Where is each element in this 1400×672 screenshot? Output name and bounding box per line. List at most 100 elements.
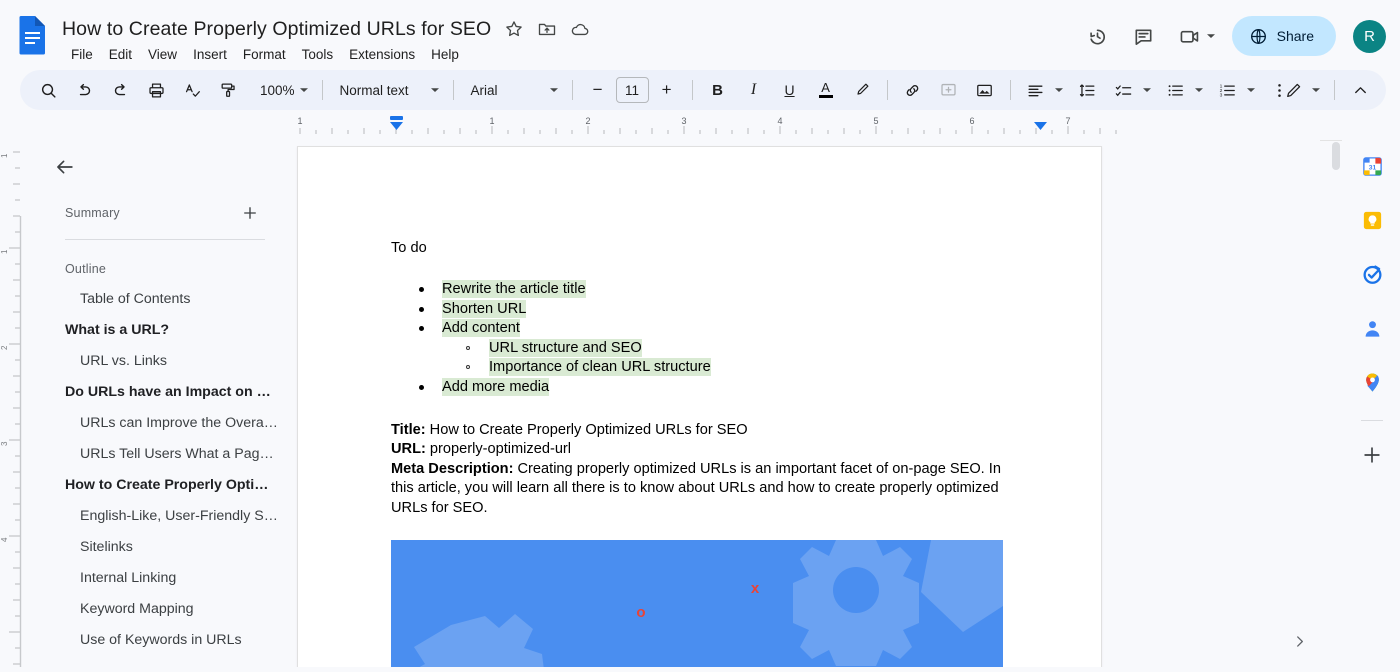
chevron-right-icon[interactable] <box>1291 633 1308 655</box>
google-calendar-icon[interactable]: 31 <box>1354 148 1390 184</box>
meta-desc-label: Meta Description: <box>391 461 513 477</box>
search-icon[interactable] <box>33 75 63 105</box>
increase-font-size-button[interactable]: + <box>652 75 682 105</box>
menu-format[interactable]: Format <box>235 45 294 64</box>
arrow-back-icon[interactable] <box>48 150 82 184</box>
outline-item-1[interactable]: What is a URL? <box>22 315 286 346</box>
outline-item-8[interactable]: Sitelinks <box>22 532 286 563</box>
undo-icon[interactable] <box>69 75 99 105</box>
align-caret-icon[interactable] <box>1051 75 1067 105</box>
svg-text:1: 1 <box>489 116 494 126</box>
document-page[interactable]: To do Rewrite the article title Shorten … <box>297 146 1102 667</box>
numbered-caret-icon[interactable] <box>1243 75 1259 105</box>
list-item[interactable]: URL structure and SEO <box>489 339 1011 358</box>
add-comment-icon[interactable] <box>934 75 964 105</box>
title-block: How to Create Properly Optimized URLs fo… <box>62 12 590 64</box>
underline-button[interactable]: U <box>775 75 805 105</box>
outline-item-6[interactable]: How to Create Properly Opti… <box>22 470 286 501</box>
main-area: 1 1 2 3 4 Summary Outline Table of Conte… <box>0 136 1400 667</box>
bulleted-caret-icon[interactable] <box>1191 75 1207 105</box>
add-app-plus-icon[interactable] <box>1354 437 1390 473</box>
vertical-scrollbar[interactable] <box>1330 140 1342 667</box>
google-keep-icon[interactable] <box>1354 202 1390 238</box>
insert-link-icon[interactable] <box>898 75 928 105</box>
page-title[interactable]: How to Create Properly Optimized URLs fo… <box>62 18 491 41</box>
cloud-saved-icon[interactable] <box>570 19 590 39</box>
document-canvas[interactable]: To do Rewrite the article title Shorten … <box>286 136 1344 667</box>
bold-button[interactable]: B <box>703 75 733 105</box>
header-actions: Share R <box>1078 16 1386 56</box>
menu-file[interactable]: File <box>63 45 101 64</box>
share-button[interactable]: Share <box>1232 16 1336 56</box>
numbered-list-icon[interactable]: 1 2 3 <box>1213 75 1243 105</box>
version-history-icon[interactable] <box>1078 16 1118 56</box>
outline-item-10[interactable]: Keyword Mapping <box>22 594 286 625</box>
redo-icon[interactable] <box>105 75 135 105</box>
scrollbar-top-line <box>1320 140 1342 141</box>
editing-mode-pencil-icon[interactable] <box>1278 75 1308 105</box>
mark-o: o <box>636 604 645 621</box>
insert-image-icon[interactable] <box>970 75 1000 105</box>
star-icon[interactable] <box>504 19 524 39</box>
side-app-rail: 31 <box>1344 136 1400 667</box>
zoom-control[interactable]: 100% <box>250 75 315 105</box>
editing-mode-caret-icon[interactable] <box>1308 75 1324 105</box>
meta-block[interactable]: Title: How to Create Properly Optimized … <box>391 421 1011 519</box>
outline-item-11[interactable]: Use of Keywords in URLs <box>22 625 286 656</box>
paragraph-style-select[interactable]: Normal text <box>330 75 446 105</box>
menu-insert[interactable]: Insert <box>185 45 235 64</box>
globe-icon <box>1249 27 1268 46</box>
horizontal-ruler[interactable]: 1 1 2 3 4 5 6 7 <box>286 114 1330 136</box>
list-item[interactable]: Add content <box>442 319 1011 338</box>
comment-history-icon[interactable] <box>1124 16 1164 56</box>
list-item[interactable]: Shorten URL <box>442 300 1011 319</box>
move-to-folder-icon[interactable] <box>537 19 557 39</box>
menu-tools[interactable]: Tools <box>294 45 342 64</box>
outline-item-5[interactable]: URLs Tell Users What a Pag… <box>22 439 286 470</box>
menu-extensions[interactable]: Extensions <box>341 45 423 64</box>
italic-button[interactable]: I <box>739 75 769 105</box>
menu-bar: File Edit View Insert Format Tools Exten… <box>63 45 590 64</box>
bulleted-list-icon[interactable] <box>1161 75 1191 105</box>
font-size-input[interactable]: 11 <box>616 77 649 103</box>
scrollbar-thumb[interactable] <box>1332 142 1340 170</box>
meet-button[interactable] <box>1170 16 1222 56</box>
menu-edit[interactable]: Edit <box>101 45 140 64</box>
list-item[interactable]: Importance of clean URL structure <box>489 358 1011 377</box>
spellcheck-icon[interactable] <box>177 75 207 105</box>
outline-item-9[interactable]: Internal Linking <box>22 563 286 594</box>
paint-format-icon[interactable] <box>213 75 243 105</box>
outline-item-4[interactable]: URLs can Improve the Overa… <box>22 408 286 439</box>
docs-logo-icon[interactable] <box>18 15 48 55</box>
text-color-button[interactable]: A <box>811 75 841 105</box>
outline-item-2[interactable]: URL vs. Links <box>22 346 286 377</box>
line-spacing-icon[interactable] <box>1073 75 1103 105</box>
summary-label: Summary <box>65 206 120 220</box>
avatar[interactable]: R <box>1353 20 1386 53</box>
chevron-down-icon <box>430 85 440 95</box>
google-contacts-icon[interactable] <box>1354 310 1390 346</box>
add-summary-plus-icon[interactable] <box>238 201 262 225</box>
font-family-select[interactable]: Arial <box>461 75 565 105</box>
outline-item-0[interactable]: Table of Contents <box>22 284 286 315</box>
checklist-caret-icon[interactable] <box>1139 75 1155 105</box>
outline-item-3[interactable]: Do URLs have an Impact on S… <box>22 377 286 408</box>
print-icon[interactable] <box>141 75 171 105</box>
hero-image[interactable]: o x <box>391 540 1003 667</box>
outline-item-7[interactable]: English-Like, User-Friendly S… <box>22 501 286 532</box>
chevron-up-icon[interactable] <box>1345 75 1375 105</box>
list-item[interactable]: Add more media <box>442 378 1011 397</box>
list-item[interactable]: Rewrite the article title <box>442 280 1011 299</box>
checklist-icon[interactable] <box>1109 75 1139 105</box>
highlight-pen-icon[interactable] <box>847 75 877 105</box>
menu-view[interactable]: View <box>140 45 185 64</box>
align-left-icon[interactable] <box>1021 75 1051 105</box>
google-maps-icon[interactable] <box>1354 364 1390 400</box>
document-body[interactable]: To do Rewrite the article title Shorten … <box>298 147 1101 667</box>
toolbar-divider <box>1334 80 1335 100</box>
menu-help[interactable]: Help <box>423 45 467 64</box>
google-tasks-icon[interactable] <box>1354 256 1390 292</box>
toolbar-divider <box>692 80 693 100</box>
list-item-text: Add content <box>442 319 520 337</box>
decrease-font-size-button[interactable]: − <box>583 75 613 105</box>
